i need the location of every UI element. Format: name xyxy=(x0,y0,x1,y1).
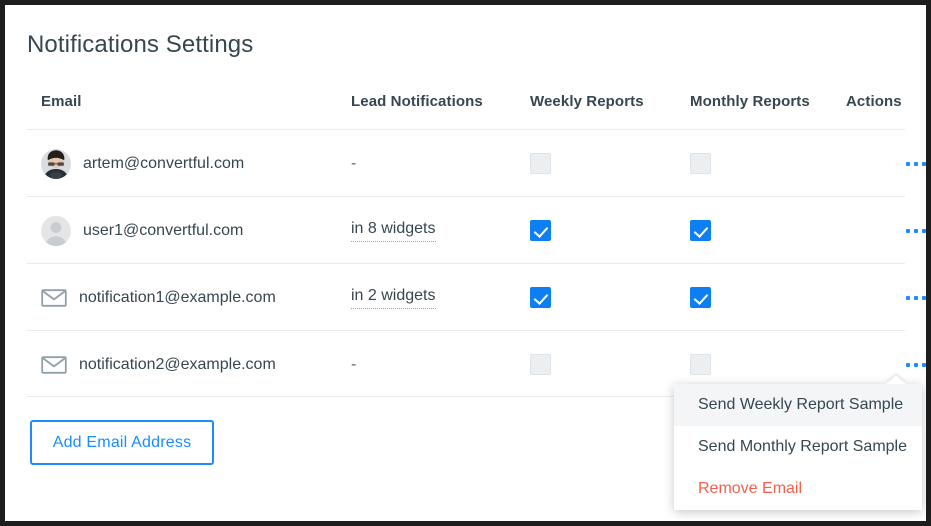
row-actions-dropdown: Send Weekly Report Sample Send Monthly R… xyxy=(674,375,922,510)
more-options-icon[interactable] xyxy=(904,290,928,306)
weekly-reports-checkbox[interactable] xyxy=(530,354,551,375)
column-header-actions: Actions xyxy=(846,93,902,110)
more-options-icon[interactable] xyxy=(904,156,928,172)
weekly-reports-checkbox[interactable] xyxy=(530,220,551,241)
page-title: Notifications Settings xyxy=(27,31,254,58)
email-address: notification1@example.com xyxy=(79,288,276,306)
cell-lead-notifications: - xyxy=(351,331,356,398)
photo-avatar-icon xyxy=(41,148,71,179)
cell-email: notification1@example.com xyxy=(41,264,276,331)
weekly-reports-checkbox[interactable] xyxy=(530,287,551,308)
cell-email: user1@convertful.com xyxy=(41,197,243,264)
cell-actions xyxy=(846,264,926,331)
table-header-row: Email Lead Notifications Weekly Reports … xyxy=(27,83,905,129)
lead-notifications-value: - xyxy=(351,355,357,373)
lead-notifications-link[interactable]: in 8 widgets xyxy=(351,220,436,242)
more-options-icon[interactable] xyxy=(904,357,928,373)
menu-item-send-monthly-report-sample[interactable]: Send Monthly Report Sample xyxy=(674,426,922,468)
column-header-monthly-reports: Monthly Reports xyxy=(690,93,810,110)
notifications-table: Email Lead Notifications Weekly Reports … xyxy=(27,83,926,398)
email-address: user1@convertful.com xyxy=(83,221,244,239)
monthly-reports-checkbox[interactable] xyxy=(690,354,711,375)
notifications-settings-card: Notifications Settings Email Lead Notifi… xyxy=(5,5,926,521)
cell-weekly-reports xyxy=(530,130,650,197)
column-header-email: Email xyxy=(41,93,82,110)
cell-monthly-reports xyxy=(690,130,810,197)
lead-notifications-link[interactable]: in 2 widgets xyxy=(351,287,436,309)
envelope-icon xyxy=(41,288,67,307)
cell-actions xyxy=(846,130,926,197)
table-row: user1@convertful.com in 8 widgets xyxy=(27,196,926,264)
email-address: notification2@example.com xyxy=(79,355,276,373)
cell-lead-notifications: - xyxy=(351,130,356,197)
column-header-weekly-reports: Weekly Reports xyxy=(530,93,644,110)
cell-lead-notifications: in 2 widgets xyxy=(351,264,436,331)
cell-monthly-reports xyxy=(690,264,810,331)
monthly-reports-checkbox[interactable] xyxy=(690,220,711,241)
menu-item-send-weekly-report-sample[interactable]: Send Weekly Report Sample xyxy=(674,384,922,426)
weekly-reports-checkbox[interactable] xyxy=(530,153,551,174)
column-header-lead-notifications: Lead Notifications xyxy=(351,93,483,110)
cell-email: notification2@example.com xyxy=(41,331,276,398)
lead-notifications-value: - xyxy=(351,154,357,172)
cell-email: artem@convertful.com xyxy=(41,130,244,197)
monthly-reports-checkbox[interactable] xyxy=(690,153,711,174)
dropdown-caret-icon xyxy=(886,375,906,384)
screenshot-frame: Notifications Settings Email Lead Notifi… xyxy=(0,0,931,526)
cell-weekly-reports xyxy=(530,264,650,331)
table-row: artem@convertful.com - xyxy=(27,129,926,197)
cell-monthly-reports xyxy=(690,197,810,264)
cell-weekly-reports xyxy=(530,331,650,398)
cell-actions xyxy=(846,197,926,264)
table-row: notification1@example.com in 2 widgets xyxy=(27,263,926,331)
email-address: artem@convertful.com xyxy=(83,154,245,172)
more-options-icon[interactable] xyxy=(904,223,928,239)
envelope-icon xyxy=(41,355,67,374)
cell-lead-notifications: in 8 widgets xyxy=(351,197,436,264)
add-email-address-button[interactable]: Add Email Address xyxy=(30,420,214,465)
menu-item-remove-email[interactable]: Remove Email xyxy=(674,468,922,510)
placeholder-avatar-icon xyxy=(41,215,71,246)
cell-weekly-reports xyxy=(530,197,650,264)
monthly-reports-checkbox[interactable] xyxy=(690,287,711,308)
